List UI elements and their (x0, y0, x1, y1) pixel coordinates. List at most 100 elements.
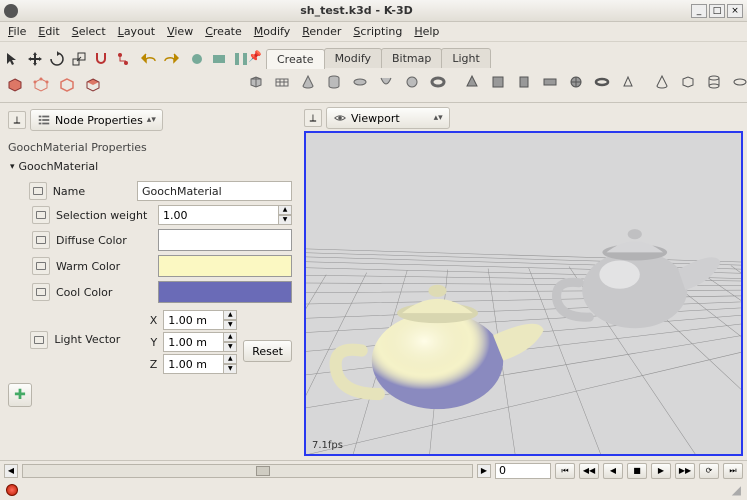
play-back-button[interactable]: ◀ (603, 463, 623, 479)
scroll-left-icon[interactable]: ◀ (4, 464, 18, 478)
create-sphere-icon[interactable] (400, 70, 424, 94)
timeline-track[interactable] (22, 464, 473, 478)
timeline-thumb[interactable] (256, 466, 270, 476)
stop-button[interactable]: ■ (627, 463, 647, 479)
selection-weight-input[interactable] (158, 205, 278, 225)
menu-file[interactable]: File (2, 23, 32, 40)
spin-up-icon[interactable]: ▲ (223, 310, 237, 320)
cool-color-well[interactable] (158, 281, 292, 303)
reset-button[interactable]: Reset (243, 340, 292, 362)
spin-down-icon[interactable]: ▼ (223, 342, 237, 352)
create-tabs: 📌 Create Modify Bitmap Light (244, 44, 747, 68)
plug-icon[interactable] (29, 182, 47, 200)
spin-down-icon[interactable]: ▼ (278, 215, 292, 225)
create-polygrid-icon[interactable] (538, 70, 562, 94)
menu-scripting[interactable]: Scripting (347, 23, 408, 40)
render-preview-icon[interactable] (188, 48, 206, 70)
viewport-pin-icon[interactable]: ⟂ (304, 109, 322, 127)
menu-render[interactable]: Render (296, 23, 347, 40)
scale-tool-icon[interactable] (70, 48, 88, 70)
menu-help[interactable]: Help (408, 23, 445, 40)
create-polycone-icon[interactable] (460, 70, 484, 94)
menu-modify[interactable]: Modify (248, 23, 296, 40)
spin-down-icon[interactable]: ▼ (223, 364, 237, 374)
step-fwd-button[interactable]: ▶▶ (675, 463, 695, 479)
name-input[interactable] (137, 181, 292, 201)
plug-icon[interactable] (32, 283, 50, 301)
viewport-3d[interactable]: 7.1fps (304, 131, 743, 456)
undo-icon[interactable] (140, 48, 158, 70)
tab-bitmap[interactable]: Bitmap (381, 48, 442, 68)
plug-icon[interactable] (32, 257, 50, 275)
lightvec-x-input[interactable] (163, 310, 223, 330)
spin-down-icon[interactable]: ▼ (223, 320, 237, 330)
viewport-combo[interactable]: Viewport ▴▾ (326, 107, 450, 129)
maximize-button[interactable]: □ (709, 4, 725, 18)
plug-icon[interactable] (30, 331, 48, 349)
add-property-button[interactable]: ✚ (8, 383, 32, 407)
lightvec-z-input[interactable] (163, 354, 223, 374)
create-nurbscone-icon[interactable] (650, 70, 674, 94)
create-cylinder-icon[interactable] (322, 70, 346, 94)
redo-icon[interactable] (162, 48, 180, 70)
menu-create[interactable]: Create (199, 23, 248, 40)
create-polytorus-icon[interactable] (590, 70, 614, 94)
spin-up-icon[interactable]: ▲ (223, 332, 237, 342)
frame-input[interactable] (495, 463, 551, 479)
create-grid-icon[interactable] (270, 70, 294, 94)
panel-pin-icon[interactable]: ⟂ (8, 111, 26, 129)
create-nurbscyl-icon[interactable] (702, 70, 726, 94)
create-paraboloid-icon[interactable] (374, 70, 398, 94)
spin-up-icon[interactable]: ▲ (223, 354, 237, 364)
play-button[interactable]: ▶ (651, 463, 671, 479)
tab-light[interactable]: Light (441, 48, 490, 68)
create-polyprism-icon[interactable] (616, 70, 640, 94)
menu-select[interactable]: Select (66, 23, 112, 40)
create-nurbsdisk-icon[interactable] (728, 70, 747, 94)
menu-layout[interactable]: Layout (112, 23, 161, 40)
create-polycyl-icon[interactable] (512, 70, 536, 94)
create-torus-icon[interactable] (426, 70, 450, 94)
tab-create[interactable]: Create (266, 49, 325, 69)
menu-edit[interactable]: Edit (32, 23, 65, 40)
panel-type-combo[interactable]: Node Properties ▴▾ (30, 109, 163, 131)
close-button[interactable]: × (727, 4, 743, 18)
select-face-icon[interactable] (82, 74, 104, 96)
warm-color-well[interactable] (158, 255, 292, 277)
statusbar: ◢ (0, 480, 747, 500)
menu-view[interactable]: View (161, 23, 199, 40)
spin-up-icon[interactable]: ▲ (278, 205, 292, 215)
resize-grip-icon[interactable]: ◢ (732, 483, 741, 497)
create-cube-icon[interactable] (244, 70, 268, 94)
lightvec-y-input[interactable] (163, 332, 223, 352)
create-polycube-icon[interactable] (486, 70, 510, 94)
select-vertex-icon[interactable] (30, 74, 52, 96)
toolbar-zone: 📌 Create Modify Bitmap Light (0, 42, 747, 103)
create-disk-icon[interactable] (348, 70, 372, 94)
create-cone-icon[interactable] (296, 70, 320, 94)
scroll-right-icon[interactable]: ▶ (477, 464, 491, 478)
rotate-tool-icon[interactable] (48, 48, 66, 70)
plug-icon[interactable] (32, 206, 50, 224)
move-tool-icon[interactable] (26, 48, 44, 70)
tab-modify[interactable]: Modify (324, 48, 382, 68)
pointer-tool-icon[interactable] (4, 48, 22, 70)
select-edge-icon[interactable] (56, 74, 78, 96)
rewind-button[interactable]: ⏮ (555, 463, 575, 479)
parent-tool-icon[interactable] (114, 48, 132, 70)
plug-icon[interactable] (32, 231, 50, 249)
diffuse-color-well[interactable] (158, 229, 292, 251)
create-polysphere-icon[interactable] (564, 70, 588, 94)
loop-button[interactable]: ⟳ (699, 463, 719, 479)
record-icon[interactable] (6, 484, 18, 496)
minimize-button[interactable]: _ (691, 4, 707, 18)
snap-tool-icon[interactable] (92, 48, 110, 70)
end-button[interactable]: ⏭ (723, 463, 743, 479)
create-nurbscube-icon[interactable] (676, 70, 700, 94)
step-back-button[interactable]: ◀◀ (579, 463, 599, 479)
material-tree-node[interactable]: ▾ GoochMaterial (8, 158, 292, 179)
tabs-pin-icon[interactable]: 📌 (244, 45, 266, 67)
render-frame-icon[interactable] (210, 48, 228, 70)
combo-arrows-icon: ▴▾ (434, 113, 443, 123)
select-object-icon[interactable] (4, 74, 26, 96)
